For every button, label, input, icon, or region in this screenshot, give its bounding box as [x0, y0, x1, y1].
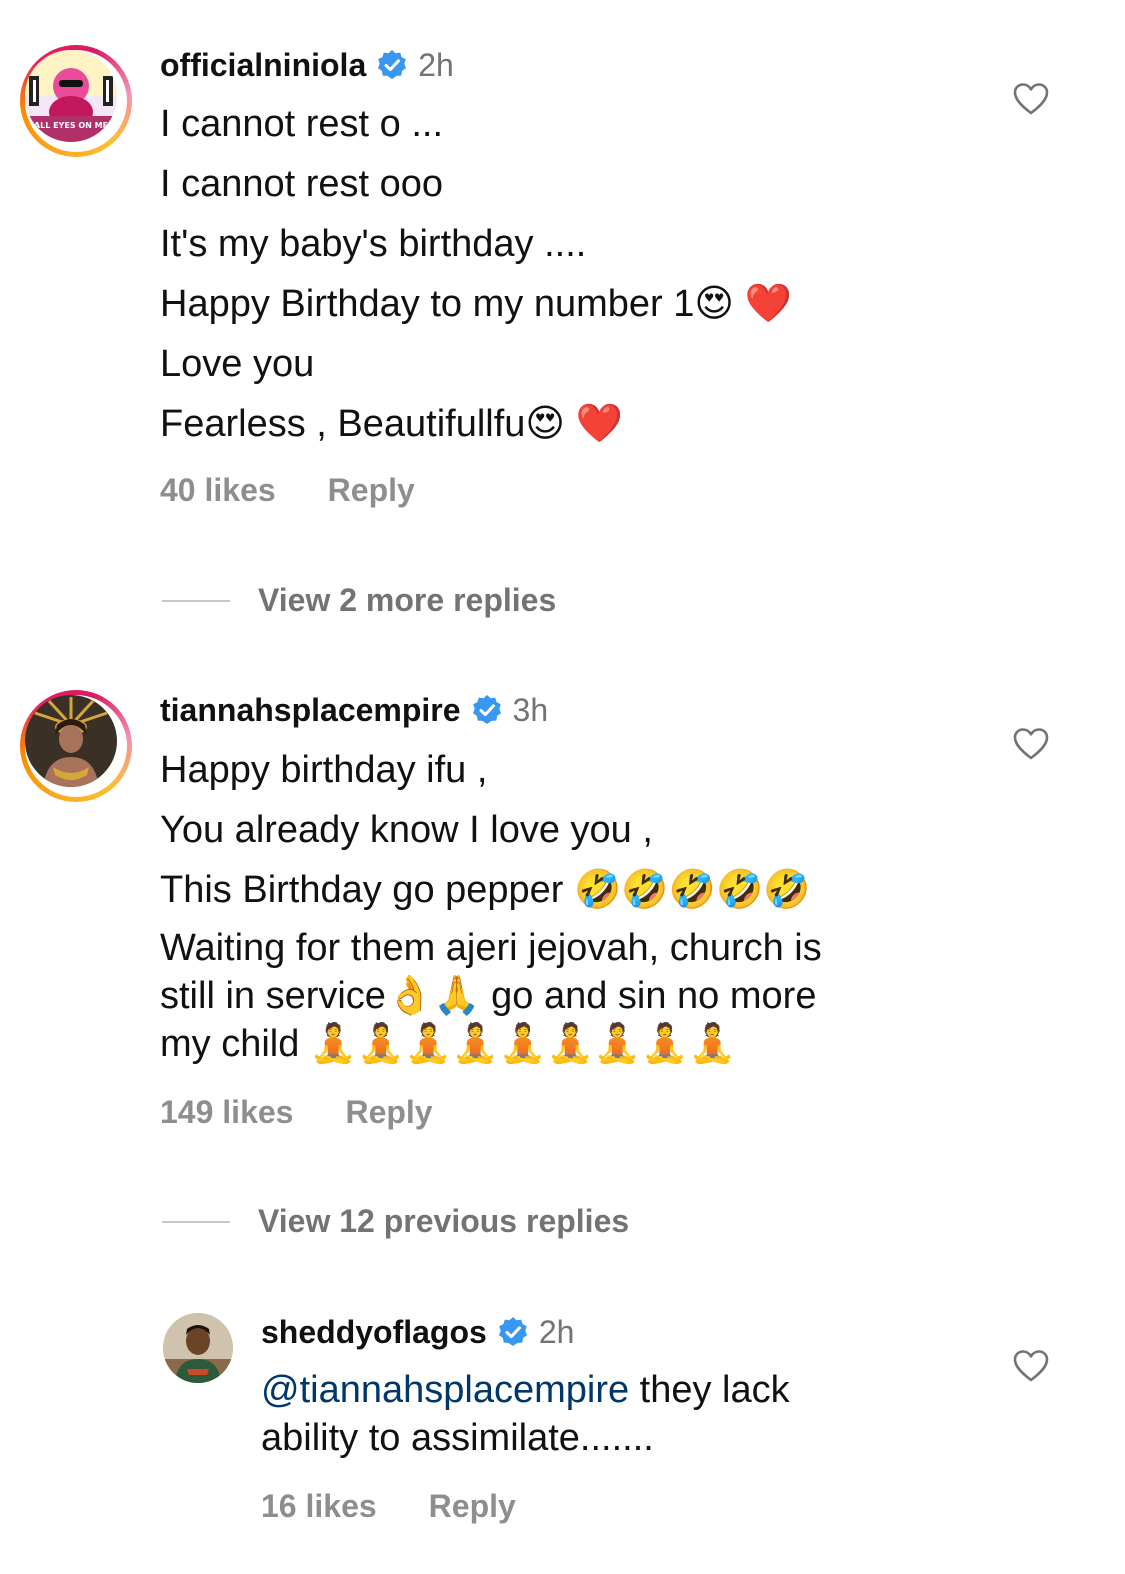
heart-outline-icon[interactable] — [1013, 82, 1049, 116]
comment-line: I cannot rest o ... — [160, 103, 444, 145]
comment-body: Happy birthday ifu , You already know I … — [160, 740, 811, 920]
comment-line: Fearless , Beautifullfu😍 ❤️ — [160, 403, 623, 445]
reply-header: sheddyoflagos 2h — [261, 1312, 574, 1352]
comment-body: I cannot rest o ... I cannot rest ooo It… — [160, 94, 792, 454]
avatar-logo-text: ALL EYES ON ME — [34, 121, 108, 130]
reply-actions: 16 likes Reply — [261, 1488, 516, 1525]
replies-divider — [162, 1220, 230, 1223]
verified-badge-icon — [378, 50, 407, 79]
likes-count[interactable]: 40 likes — [160, 472, 276, 509]
comment-header: tiannahsplacempire 3h — [160, 690, 548, 730]
comment-line: still in service👌🙏 go and sin no more — [160, 975, 817, 1017]
likes-count[interactable]: 16 likes — [261, 1488, 377, 1525]
view-previous-replies[interactable]: View 12 previous replies — [162, 1203, 629, 1240]
reply-text: they lack — [629, 1369, 790, 1411]
heart-outline-icon[interactable] — [1013, 1349, 1049, 1383]
comment-line: Waiting for them ajeri jejovah, church i… — [160, 927, 822, 969]
verified-badge-icon — [472, 695, 501, 724]
replies-divider — [162, 599, 230, 602]
comment-line: I cannot rest ooo — [160, 163, 444, 205]
heart-outline-icon[interactable] — [1013, 727, 1049, 761]
comment-actions: 149 likes Reply — [160, 1094, 433, 1131]
username[interactable]: officialniniola — [160, 47, 366, 84]
comment-line: You already know I love you , — [160, 809, 653, 851]
comment-line: Happy birthday ifu , — [160, 749, 488, 791]
reply-line: @tiannahsplacempire they lack — [261, 1366, 790, 1414]
verified-badge-icon — [498, 1317, 527, 1346]
view-replies-label[interactable]: View 12 previous replies — [258, 1203, 629, 1240]
comment-body-continued: Waiting for them ajeri jejovah, church i… — [160, 924, 822, 1068]
reply-button[interactable]: Reply — [429, 1488, 516, 1525]
avatar[interactable] — [163, 1313, 233, 1383]
comment-actions: 40 likes Reply — [160, 472, 415, 509]
reply-button[interactable]: Reply — [345, 1094, 432, 1131]
username[interactable]: sheddyoflagos — [261, 1314, 487, 1351]
avatar — [25, 695, 117, 787]
reply-body: @tiannahsplacempire they lack ability to… — [261, 1366, 790, 1462]
reply-timestamp[interactable]: 2h — [539, 1314, 575, 1351]
comment-timestamp[interactable]: 2h — [418, 47, 454, 84]
comment-line: It's my baby's birthday .... — [160, 223, 587, 265]
comment-line: This Birthday go pepper 🤣🤣🤣🤣🤣 — [160, 869, 811, 911]
username[interactable]: tiannahsplacempire — [160, 692, 461, 729]
avatar-story-ring[interactable] — [20, 690, 132, 802]
view-more-replies[interactable]: View 2 more replies — [162, 582, 556, 619]
comment-line: Happy Birthday to my number 1😍 ❤️ — [160, 283, 792, 325]
likes-count[interactable]: 149 likes — [160, 1094, 293, 1131]
comment-header: officialniniola 2h — [160, 45, 454, 85]
avatar: ALL EYES ON ME — [25, 50, 117, 142]
comment-line: my child 🧘🧘🧘🧘🧘🧘🧘🧘🧘 — [160, 1023, 736, 1065]
reply-line: ability to assimilate....... — [261, 1417, 654, 1459]
view-replies-label[interactable]: View 2 more replies — [258, 582, 556, 619]
reply-button[interactable]: Reply — [328, 472, 415, 509]
comment-line: Love you — [160, 343, 315, 385]
avatar-story-ring[interactable]: ALL EYES ON ME — [20, 45, 132, 157]
comment-timestamp[interactable]: 3h — [513, 692, 549, 729]
mention-link[interactable]: @tiannahsplacempire — [261, 1369, 629, 1411]
